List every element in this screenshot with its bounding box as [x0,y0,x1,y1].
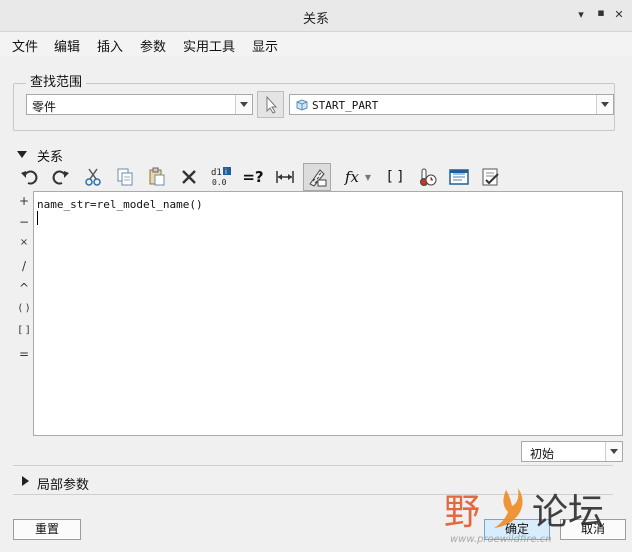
window-menu-icon[interactable]: ▾ [575,9,587,21]
operator-brackets[interactable]: [ ] [16,325,32,336]
unit-sensitive-button[interactable] [303,163,331,191]
bracket-icon: [ ] [387,169,403,185]
copy-icon [117,168,133,186]
function-icon: fx [344,168,359,186]
reset-button[interactable]: 重置 [13,519,81,540]
arrow-pointer-icon [266,95,278,114]
chevron-down-icon[interactable]: ▼ [365,173,371,182]
svg-text:d1: d1 [211,168,222,178]
menu-file[interactable]: 文件 [12,36,38,55]
verify-list-icon [449,169,469,185]
operator-multiply[interactable]: × [16,237,32,248]
part-icon [296,99,308,111]
operator-parentheses[interactable]: ( ) [16,303,32,314]
menu-utilities[interactable]: 实用工具 [183,36,235,55]
select-pointer-button[interactable] [257,91,284,118]
watermark-logo: 野 论坛 www.proewildfire.cn [444,488,604,545]
svg-text:0.0: 0.0 [212,178,227,187]
execute-relations-button[interactable] [478,164,504,190]
menu-edit[interactable]: 编辑 [54,36,80,55]
chevron-down-icon[interactable] [235,95,252,114]
operator-minus[interactable]: − [16,215,32,229]
scope-select[interactable]: 零件 [26,94,253,115]
verify-relations-button[interactable] [446,164,472,190]
operator-equals[interactable]: = [16,347,32,361]
svg-text:www.proewildfire.cn: www.proewildfire.cn [450,534,552,545]
operator-power[interactable]: ^ [16,281,32,295]
copy-button[interactable] [112,164,138,190]
undo-button[interactable] [16,164,42,190]
checklist-icon [482,168,499,186]
menu-display[interactable]: 显示 [252,36,278,55]
switch-dims-icon: d1 i 0.0 [211,167,231,187]
title-bar: 关系 ▾ ▪ ✕ [0,0,632,32]
divider [13,465,613,466]
delete-icon [182,170,196,184]
maximize-icon[interactable]: ▪ [595,7,607,19]
svg-text:野: 野 [444,492,480,533]
insert-parameter-button[interactable]: [ ] [382,164,408,190]
undo-icon [21,170,38,185]
text-caret [37,211,38,225]
chevron-down-icon[interactable] [605,442,622,461]
paste-icon [149,167,165,186]
collapse-triangle-icon[interactable] [17,151,27,158]
cut-button[interactable] [80,164,106,190]
close-icon[interactable]: ✕ [613,9,625,21]
part-select[interactable]: START_PART [289,94,614,115]
insert-function-button[interactable]: fx ▼ [338,164,378,190]
redo-button[interactable] [48,164,74,190]
window-title: 关系 [302,12,329,27]
unit-sensitive-icon [309,169,327,187]
relations-header[interactable]: 关系 [37,146,63,165]
sort-relations-button[interactable] [414,164,440,190]
relations-editor[interactable]: name_str=rel_model_name() [33,191,623,436]
delete-button[interactable] [176,164,202,190]
cut-icon [85,168,101,186]
lookup-legend: 查找范围 [26,71,87,90]
menu-parameters[interactable]: 参数 [140,36,166,55]
part-select-value: START_PART [312,99,379,112]
initial-select-value: 初始 [530,447,555,461]
menu-insert[interactable]: 插入 [97,36,123,55]
operator-divide[interactable]: / [16,259,32,273]
svg-text:论坛: 论坛 [532,492,604,533]
local-params-header[interactable]: 局部参数 [37,474,89,493]
redo-icon [52,170,69,185]
evaluate-button[interactable]: =? [240,164,266,190]
evaluate-icon: =? [242,168,264,186]
expand-triangle-icon[interactable] [22,476,29,486]
initial-select[interactable]: 初始 [521,441,623,462]
thermometer-clock-icon [420,168,437,186]
scope-select-value: 零件 [32,100,57,114]
svg-text:i: i [225,168,227,176]
chevron-down-icon[interactable] [596,95,613,114]
menu-bar: 文件 编辑 插入 参数 实用工具 显示 [0,32,632,56]
operator-plus[interactable]: + [16,194,32,208]
relation-line: name_str=rel_model_name() [37,198,203,211]
dimension-icon [276,171,294,183]
switch-dims-button[interactable]: d1 i 0.0 [208,164,234,190]
paste-button[interactable] [144,164,170,190]
show-dim-button[interactable] [272,164,298,190]
